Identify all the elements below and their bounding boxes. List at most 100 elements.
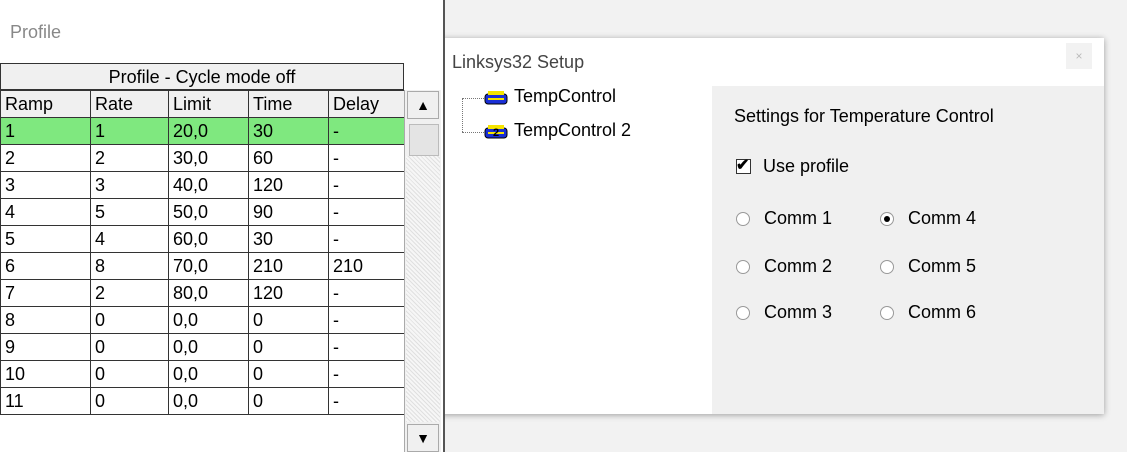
- table-cell[interactable]: 120: [248, 279, 329, 307]
- table-cell[interactable]: 80,0: [168, 279, 249, 307]
- settings-heading: Settings for Temperature Control: [734, 106, 994, 126]
- radio-button[interactable]: [736, 211, 750, 226]
- scroll-track[interactable]: [406, 156, 440, 422]
- table-cell[interactable]: 0: [90, 306, 169, 334]
- table-cell[interactable]: -: [328, 333, 405, 361]
- use-profile-checkbox[interactable]: ✔ Use profile: [736, 156, 849, 177]
- table-cell[interactable]: 120: [248, 171, 329, 199]
- settings-panel: Settings for Temperature Control ✔ Use p…: [712, 86, 1104, 414]
- checkbox-box[interactable]: ✔: [736, 157, 751, 174]
- table-cell[interactable]: 210: [248, 252, 329, 280]
- table-cell[interactable]: -: [328, 225, 405, 253]
- table-cell[interactable]: 90: [248, 198, 329, 226]
- table-cell[interactable]: 50,0: [168, 198, 249, 226]
- table-cell[interactable]: 3: [90, 171, 169, 199]
- table-cell[interactable]: -: [328, 279, 405, 307]
- table-cell[interactable]: 2: [90, 144, 169, 172]
- column-header[interactable]: Ramp: [0, 90, 91, 118]
- table-cell[interactable]: 10: [0, 360, 91, 388]
- radio-comm-6[interactable]: Comm 6: [880, 302, 976, 323]
- radio-comm-1[interactable]: Comm 1: [736, 208, 832, 229]
- radio-label: Comm 6: [908, 302, 977, 322]
- radio-button[interactable]: [880, 305, 894, 320]
- table-cell[interactable]: 0: [248, 360, 329, 388]
- table-cell[interactable]: -: [328, 306, 405, 334]
- device-1-icon: [484, 91, 508, 105]
- table-row[interactable]: 9 0 0,0 0-: [0, 333, 405, 361]
- table-row[interactable]: 11 0 0,0 0-: [0, 387, 405, 415]
- table-cell[interactable]: 4: [90, 225, 169, 253]
- table-cell[interactable]: 7: [0, 279, 91, 307]
- table-cell[interactable]: 210: [328, 252, 405, 280]
- table-row[interactable]: 1 1 20,0 30-: [0, 117, 405, 145]
- table-row[interactable]: 4 5 50,0 90-: [0, 198, 405, 226]
- table-cell[interactable]: 2: [0, 144, 91, 172]
- table-cell[interactable]: 30,0: [168, 144, 249, 172]
- vertical-scrollbar[interactable]: ▲ ▼: [404, 90, 441, 452]
- radio-button[interactable]: [736, 305, 750, 320]
- table-cell[interactable]: 0: [248, 333, 329, 361]
- table-cell[interactable]: 0,0: [168, 360, 249, 388]
- table-row[interactable]: 3 3 40,0 120-: [0, 171, 405, 199]
- table-cell[interactable]: 20,0: [168, 117, 249, 145]
- table-cell[interactable]: 5: [0, 225, 91, 253]
- table-row[interactable]: 5 4 60,0 30-: [0, 225, 405, 253]
- table-cell[interactable]: -: [328, 144, 405, 172]
- table-cell[interactable]: 60: [248, 144, 329, 172]
- table-cell[interactable]: 2: [90, 279, 169, 307]
- table-cell[interactable]: 0,0: [168, 333, 249, 361]
- table-cell[interactable]: -: [328, 387, 405, 415]
- table-cell[interactable]: 60,0: [168, 225, 249, 253]
- table-row[interactable]: 2 2 30,0 60-: [0, 144, 405, 172]
- table-cell[interactable]: 9: [0, 333, 91, 361]
- column-header[interactable]: Time: [248, 90, 329, 118]
- table-cell[interactable]: 6: [0, 252, 91, 280]
- table-cell[interactable]: -: [328, 171, 405, 199]
- table-row[interactable]: 6 8 70,0 210 210: [0, 252, 405, 280]
- profile-table: Ramp Rate Limit Time Delay 1 1 20,0 30-2 2 30…: [0, 90, 405, 415]
- radio-comm-4[interactable]: Comm 4: [880, 208, 976, 229]
- table-cell[interactable]: 5: [90, 198, 169, 226]
- column-header[interactable]: Rate: [90, 90, 169, 118]
- table-row[interactable]: 10 0 0,0 0-: [0, 360, 405, 388]
- radio-label: Comm 1: [764, 208, 833, 228]
- profile-grid: Profile - Cycle mode off Ramp Rate Limit…: [0, 63, 441, 452]
- table-cell[interactable]: 4: [0, 198, 91, 226]
- table-cell[interactable]: 0: [90, 333, 169, 361]
- scroll-down-icon[interactable]: ▼: [407, 424, 439, 452]
- column-header[interactable]: Limit: [168, 90, 249, 118]
- table-cell[interactable]: 30: [248, 225, 329, 253]
- radio-comm-2[interactable]: Comm 2: [736, 256, 832, 277]
- radio-comm-5[interactable]: Comm 5: [880, 256, 976, 277]
- table-row[interactable]: 7 2 80,0 120-: [0, 279, 405, 307]
- table-cell[interactable]: 0: [90, 360, 169, 388]
- close-icon[interactable]: ×: [1066, 43, 1092, 69]
- table-cell[interactable]: 0: [248, 306, 329, 334]
- table-cell[interactable]: 0: [248, 387, 329, 415]
- table-cell[interactable]: 0: [90, 387, 169, 415]
- column-header[interactable]: Delay: [328, 90, 405, 118]
- table-cell[interactable]: 1: [0, 117, 91, 145]
- table-cell[interactable]: 11: [0, 387, 91, 415]
- table-cell[interactable]: 70,0: [168, 252, 249, 280]
- table-cell[interactable]: 30: [248, 117, 329, 145]
- table-cell[interactable]: -: [328, 360, 405, 388]
- scroll-thumb[interactable]: [409, 124, 439, 156]
- tree-item-tempcontrol[interactable]: TempControl: [458, 86, 658, 112]
- table-cell[interactable]: 3: [0, 171, 91, 199]
- radio-button[interactable]: [880, 259, 894, 274]
- table-cell[interactable]: 1: [90, 117, 169, 145]
- table-cell[interactable]: 8: [0, 306, 91, 334]
- table-cell[interactable]: 8: [90, 252, 169, 280]
- scroll-up-icon[interactable]: ▲: [407, 91, 439, 119]
- tree-item-tempcontrol-2[interactable]: 2 TempControl 2: [458, 120, 678, 146]
- radio-button[interactable]: [880, 211, 894, 226]
- table-cell[interactable]: 0,0: [168, 306, 249, 334]
- table-row[interactable]: 8 0 0,0 0-: [0, 306, 405, 334]
- table-cell[interactable]: -: [328, 117, 405, 145]
- radio-button[interactable]: [736, 259, 750, 274]
- table-cell[interactable]: 0,0: [168, 387, 249, 415]
- table-cell[interactable]: 40,0: [168, 171, 249, 199]
- radio-comm-3[interactable]: Comm 3: [736, 302, 832, 323]
- table-cell[interactable]: -: [328, 198, 405, 226]
